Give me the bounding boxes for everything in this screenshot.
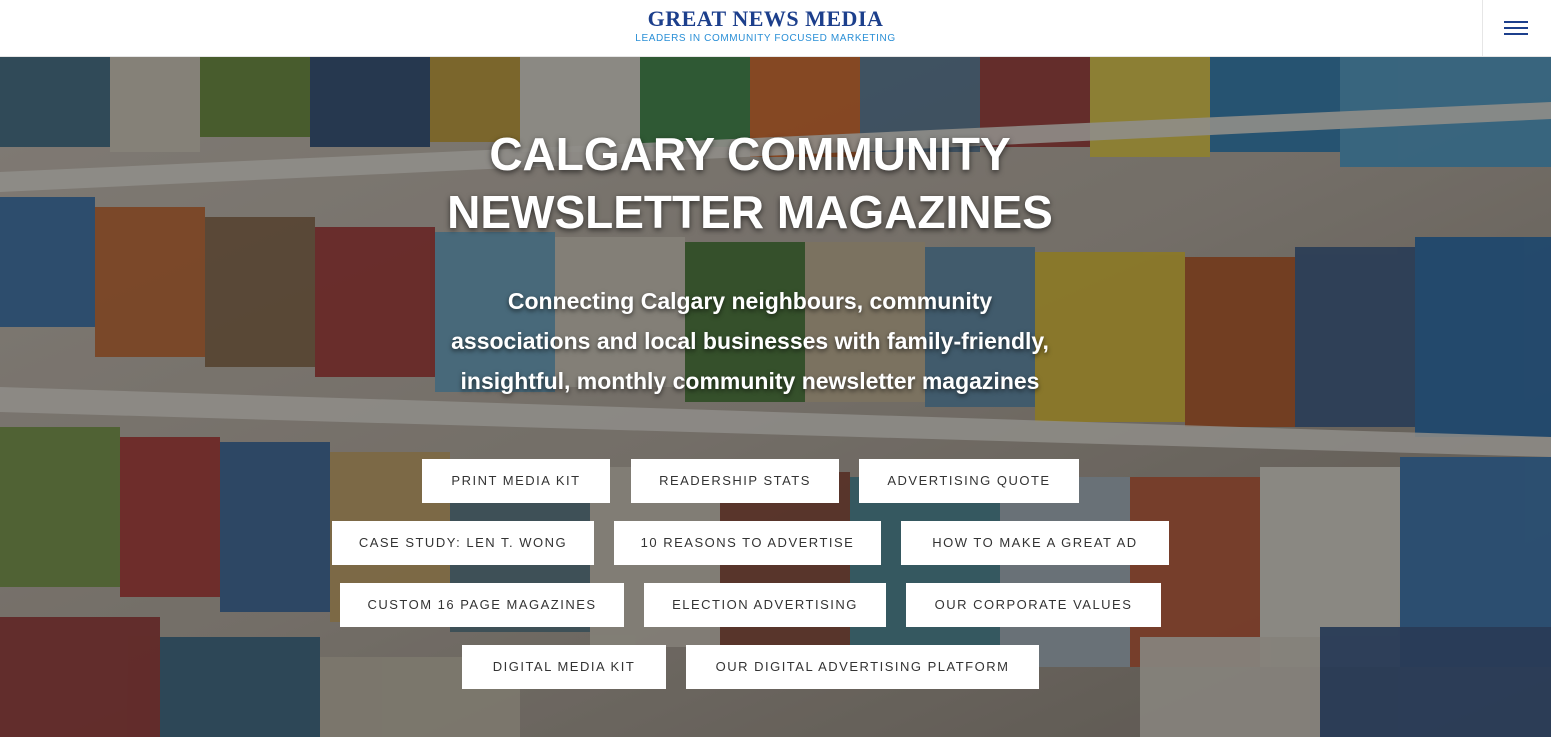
site-header: GREAT NEWS MEDIA LEADERS IN COMMUNITY FO…	[0, 0, 1551, 57]
hero-subtitle-line: associations and local businesses with f…	[451, 328, 1049, 354]
hero-title-line: CALGARY COMMUNITY	[489, 128, 1011, 180]
hamburger-menu-icon-bar	[1504, 27, 1528, 29]
hero-subtitle-line: Connecting Calgary neighbours, community	[507, 288, 993, 314]
hero-subtitle-line: insightful, monthly community newsletter…	[460, 368, 1040, 394]
hero-title-line: NEWSLETTER MAGAZINES	[447, 186, 1053, 238]
election-advertising-button[interactable]: ELECTION ADVERTISING	[644, 583, 886, 627]
logo-tagline: LEADERS IN COMMUNITY FOCUSED MARKETING	[635, 33, 896, 44]
logo-title: GREAT NEWS MEDIA	[647, 6, 884, 31]
print-media-kit-button[interactable]: PRINT MEDIA KIT	[422, 459, 610, 503]
corporate-values-button[interactable]: OUR CORPORATE VALUES	[906, 583, 1161, 627]
site-logo[interactable]: GREAT NEWS MEDIA LEADERS IN COMMUNITY FO…	[628, 7, 903, 46]
case-study-button[interactable]: CASE STUDY: LEN T. WONG	[332, 521, 594, 565]
digital-media-kit-button[interactable]: DIGITAL MEDIA KIT	[462, 645, 666, 689]
hamburger-menu-icon	[1504, 21, 1528, 23]
hamburger-menu-icon-bar	[1504, 33, 1528, 35]
hero-subtitle: Connecting Calgary neighbours, community…	[400, 281, 1100, 401]
advertising-quote-button[interactable]: ADVERTISING QUOTE	[859, 459, 1079, 503]
digital-platform-button[interactable]: OUR DIGITAL ADVERTISING PLATFORM	[686, 645, 1039, 689]
great-ad-button[interactable]: HOW TO MAKE A GREAT AD	[901, 521, 1169, 565]
hamburger-menu-button[interactable]	[1482, 0, 1551, 57]
custom-magazines-button[interactable]: CUSTOM 16 PAGE MAGAZINES	[340, 583, 624, 627]
ten-reasons-button[interactable]: 10 REASONS TO ADVERTISE	[614, 521, 881, 565]
hero-section: CALGARY COMMUNITY NEWSLETTER MAGAZINES C…	[0, 57, 1551, 737]
hero-title: CALGARY COMMUNITY NEWSLETTER MAGAZINES	[375, 125, 1125, 241]
readership-stats-button[interactable]: READERSHIP STATS	[631, 459, 839, 503]
